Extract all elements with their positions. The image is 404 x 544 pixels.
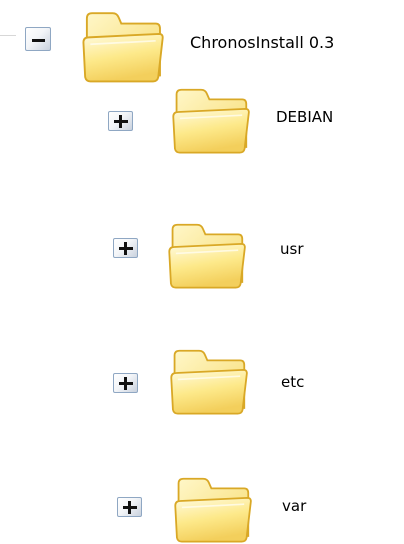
folder-icon[interactable] (168, 346, 250, 416)
tree-node-label[interactable]: usr (280, 240, 304, 258)
tree-node-label[interactable]: ChronosInstall 0.3 (190, 33, 334, 52)
expand-toggle-plus-icon[interactable] (113, 373, 138, 393)
expand-toggle-plus-icon[interactable] (108, 111, 133, 131)
folder-icon[interactable] (80, 8, 166, 84)
expand-toggle-plus-icon[interactable] (117, 497, 142, 517)
folder-icon[interactable] (166, 220, 248, 290)
folder-icon[interactable] (172, 474, 254, 544)
tree-node-label[interactable]: var (282, 497, 306, 515)
tree-node-label[interactable]: etc (281, 373, 304, 391)
tree-node-label[interactable]: DEBIAN (276, 108, 333, 126)
tree-connector-line (0, 35, 16, 36)
collapse-toggle-minus-icon[interactable] (25, 27, 51, 51)
expand-toggle-plus-icon[interactable] (113, 238, 138, 258)
folder-icon[interactable] (170, 85, 252, 155)
